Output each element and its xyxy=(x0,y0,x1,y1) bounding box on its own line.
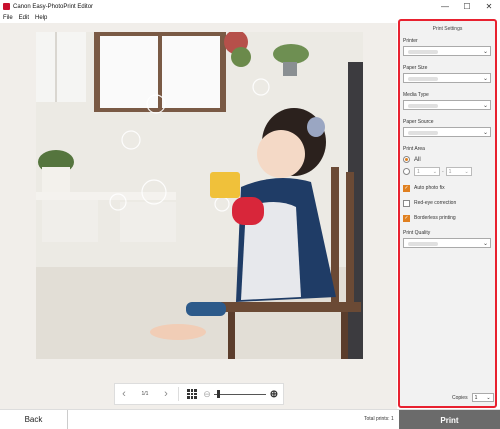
printer-label: Printer xyxy=(403,38,418,44)
app-icon xyxy=(3,3,10,10)
zoom-out-icon[interactable]: ⊖ xyxy=(202,389,212,400)
zoom-slider-thumb[interactable] xyxy=(216,390,220,398)
total-prints: Total prints: 1 xyxy=(364,416,394,422)
bottom-bar: Back Total prints: 1 Print xyxy=(0,409,500,429)
window-controls: — ☐ ✕ xyxy=(434,0,500,13)
red-eye-option[interactable]: Red-eye correction xyxy=(403,199,492,207)
paper-source-select[interactable]: ⌄ xyxy=(403,127,491,137)
chevron-down-icon: ⌄ xyxy=(486,394,491,401)
photo-preview[interactable] xyxy=(36,32,363,359)
copies-value: 1 xyxy=(474,394,478,401)
previous-page-button[interactable]: ‹ xyxy=(115,388,133,400)
print-area-from-select[interactable]: 1 ⌄ xyxy=(414,167,440,176)
minimize-button[interactable]: — xyxy=(434,0,456,13)
print-area-from-value: 1 xyxy=(417,168,420,175)
auto-photo-fix-option[interactable]: ✓ Auto photo fix xyxy=(403,184,492,192)
print-area-all-option[interactable]: All xyxy=(403,155,492,164)
chevron-left-icon: ‹ xyxy=(122,388,126,400)
print-quality-select[interactable]: ⌄ xyxy=(403,238,491,248)
chevron-down-icon: ⌄ xyxy=(482,49,488,55)
auto-photo-fix-label: Auto photo fix xyxy=(414,185,445,191)
print-area-to-select[interactable]: 1 ⌄ xyxy=(445,167,472,176)
media-type-select[interactable]: ⌄ xyxy=(403,100,491,110)
copies-row: Copies 1 ⌄ xyxy=(452,393,494,402)
title-bar: Canon Easy-PhotoPrint Editor — ☐ ✕ xyxy=(0,0,500,13)
copies-label: Copies xyxy=(452,394,468,401)
window-title: Canon Easy-PhotoPrint Editor xyxy=(13,3,94,10)
preview-area: ‹ 1/1 › ⊖ ⊕ xyxy=(0,23,397,409)
zoom-slider[interactable] xyxy=(214,389,266,399)
media-type-value xyxy=(408,104,438,108)
borderless-option[interactable]: ✓ Borderless printing xyxy=(403,214,492,222)
menu-help[interactable]: Help xyxy=(35,15,47,21)
back-button[interactable]: Back xyxy=(0,410,68,429)
photo-image xyxy=(36,32,363,359)
paper-source-value xyxy=(408,131,438,135)
print-area-label: Print Area xyxy=(403,146,425,152)
zoom-slider-track xyxy=(214,394,266,395)
page-counter: 1/1 xyxy=(141,391,149,397)
menu-file[interactable]: File xyxy=(3,15,13,21)
borderless-checkbox[interactable]: ✓ xyxy=(403,214,410,222)
chevron-down-icon: ⌄ xyxy=(482,76,488,82)
print-quality-value xyxy=(408,242,438,246)
divider xyxy=(178,387,179,401)
print-area-all-label: All xyxy=(414,156,421,163)
borderless-label: Borderless printing xyxy=(414,215,456,221)
chevron-right-icon: › xyxy=(164,388,168,400)
chevron-down-icon: ⌄ xyxy=(432,168,437,175)
chevron-down-icon: ⌄ xyxy=(482,241,488,247)
print-area-range-radio[interactable] xyxy=(403,168,410,175)
paper-size-select[interactable]: ⌄ xyxy=(403,73,491,83)
chevron-down-icon: ⌄ xyxy=(464,168,469,175)
range-separator: - xyxy=(442,168,444,175)
next-page-button[interactable]: › xyxy=(157,388,175,400)
printer-value xyxy=(408,50,438,54)
print-quality-label: Print Quality xyxy=(403,230,431,236)
paper-source-label: Paper Source xyxy=(403,119,434,125)
printer-select[interactable]: ⌄ xyxy=(403,46,491,56)
print-settings-panel: Print Settings Printer ⌄ Paper Size ⌄ Me… xyxy=(398,19,497,408)
maximize-button[interactable]: ☐ xyxy=(456,0,478,13)
print-area-to-value: 1 xyxy=(448,168,452,175)
paper-size-value xyxy=(408,77,438,81)
chevron-down-icon: ⌄ xyxy=(482,103,488,109)
zoom-in-icon[interactable]: ⊕ xyxy=(268,389,280,400)
preview-navigation-bar: ‹ 1/1 › ⊖ ⊕ xyxy=(114,383,284,405)
copies-select[interactable]: 1 ⌄ xyxy=(471,393,494,402)
media-type-label: Media Type xyxy=(403,92,429,98)
menu-edit[interactable]: Edit xyxy=(19,15,29,21)
auto-photo-fix-checkbox[interactable]: ✓ xyxy=(403,184,410,192)
print-area-all-radio[interactable] xyxy=(403,156,410,163)
panel-title: Print Settings xyxy=(432,26,463,32)
red-eye-label: Red-eye correction xyxy=(414,200,457,206)
print-button[interactable]: Print xyxy=(399,410,500,429)
paper-size-label: Paper Size xyxy=(403,65,428,71)
chevron-down-icon: ⌄ xyxy=(482,130,488,136)
grid-icon[interactable] xyxy=(187,389,197,399)
print-area-range-option[interactable]: 1 ⌄ - 1 ⌄ xyxy=(403,167,492,176)
red-eye-checkbox[interactable] xyxy=(403,199,410,207)
close-button[interactable]: ✕ xyxy=(478,0,500,13)
